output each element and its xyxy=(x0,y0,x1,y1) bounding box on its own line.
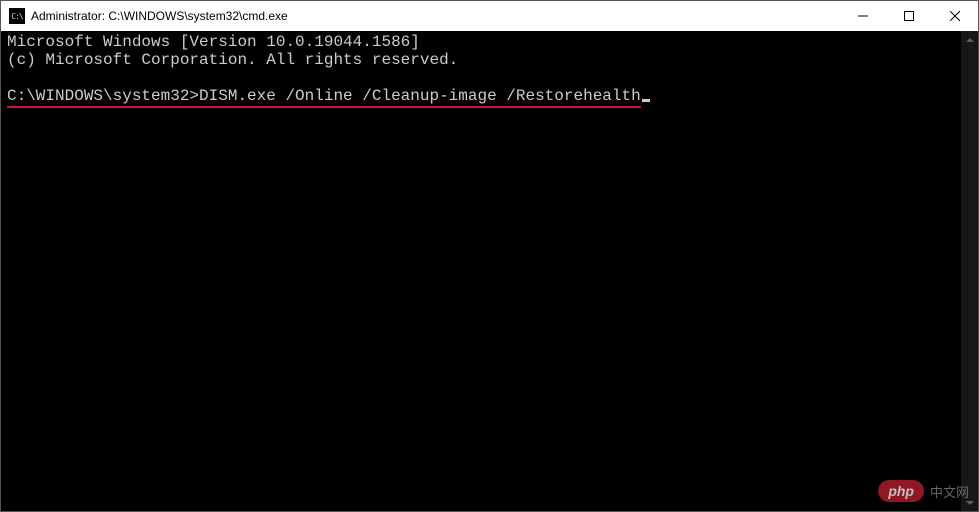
minimize-button[interactable] xyxy=(840,1,886,31)
text-cursor xyxy=(642,99,650,102)
version-line: Microsoft Windows [Version 10.0.19044.15… xyxy=(7,33,420,51)
minimize-icon xyxy=(858,11,868,21)
terminal-content[interactable]: Microsoft Windows [Version 10.0.19044.15… xyxy=(1,31,961,511)
window-controls xyxy=(840,1,978,31)
vertical-scrollbar[interactable] xyxy=(961,31,978,511)
command-input[interactable]: DISM.exe /Online /Cleanup-image /Restore… xyxy=(199,87,641,105)
chevron-up-icon xyxy=(966,38,974,42)
watermark-brand: php xyxy=(878,480,924,502)
terminal-area[interactable]: Microsoft Windows [Version 10.0.19044.15… xyxy=(1,31,978,511)
close-button[interactable] xyxy=(932,1,978,31)
scrollbar-track[interactable] xyxy=(961,48,978,494)
watermark-text: 中文网 xyxy=(930,482,969,501)
cmd-window: Administrator: C:\WINDOWS\system32\cmd.e… xyxy=(0,0,979,512)
cmd-icon xyxy=(9,8,25,24)
maximize-icon xyxy=(904,11,914,21)
titlebar[interactable]: Administrator: C:\WINDOWS\system32\cmd.e… xyxy=(1,1,978,31)
close-icon xyxy=(950,11,960,21)
prompt: C:\WINDOWS\system32> xyxy=(7,87,199,105)
window-title: Administrator: C:\WINDOWS\system32\cmd.e… xyxy=(31,9,840,23)
scroll-up-button[interactable] xyxy=(961,31,978,48)
watermark: php 中文网 xyxy=(878,480,969,502)
copyright-line: (c) Microsoft Corporation. All rights re… xyxy=(7,51,458,69)
maximize-button[interactable] xyxy=(886,1,932,31)
